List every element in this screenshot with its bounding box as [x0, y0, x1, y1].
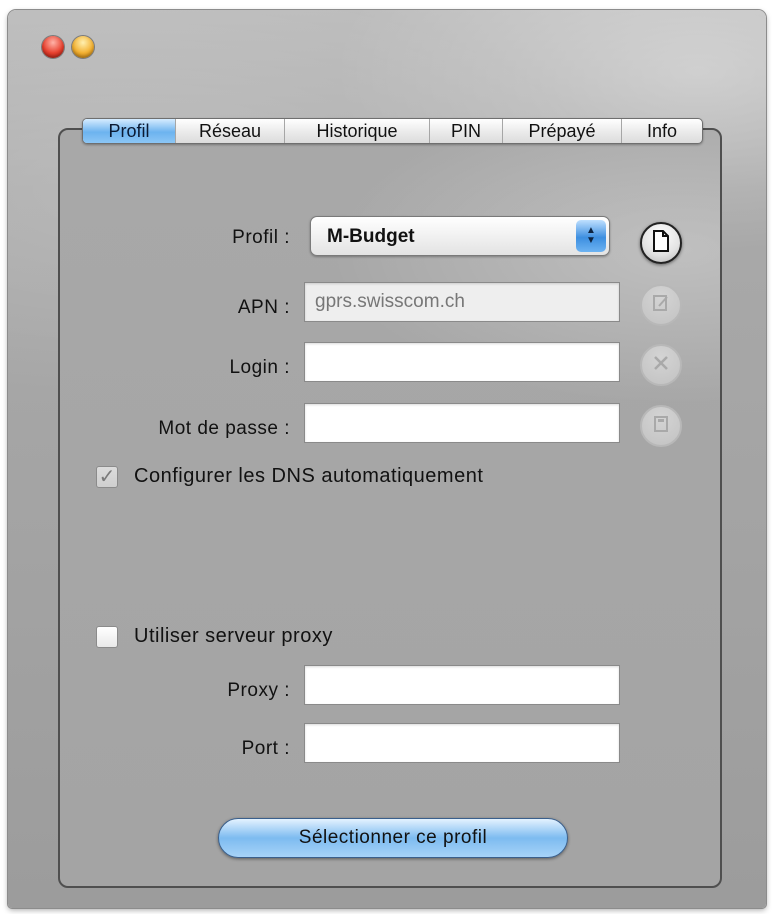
proxy-checkbox-label: Utiliser serveur proxy	[134, 625, 333, 647]
proxy-label: Proxy :	[227, 680, 290, 701]
login-field[interactable]	[304, 342, 620, 382]
minimize-button[interactable]	[72, 36, 94, 58]
select-profile-button[interactable]: Sélectionner ce profil	[218, 818, 568, 858]
edit-icon	[651, 293, 671, 318]
new-document-icon	[651, 229, 671, 257]
dns-auto-label: Configurer les DNS automatiquement	[134, 465, 484, 487]
profil-popup[interactable]: M-Budget ▲ ▼	[310, 216, 610, 256]
profil-label: Profil :	[232, 227, 290, 248]
tab-bar: Profil Réseau Historique PIN Prépayé Inf…	[82, 118, 703, 144]
tab-profil[interactable]: Profil	[83, 119, 176, 143]
tab-pin[interactable]: PIN	[430, 119, 503, 143]
password-label: Mot de passe :	[158, 418, 290, 439]
delete-icon	[652, 354, 670, 377]
window-controls	[42, 36, 94, 58]
profil-value: M-Budget	[327, 226, 415, 247]
checkmark-icon: ✓	[98, 466, 116, 488]
apn-label: APN :	[237, 297, 290, 318]
apn-field[interactable]	[304, 282, 620, 322]
password-field[interactable]	[304, 403, 620, 443]
login-label: Login :	[229, 357, 290, 378]
new-profile-button[interactable]	[640, 222, 682, 264]
edit-profile-button[interactable]	[640, 284, 682, 326]
dns-auto-checkbox[interactable]: ✓	[96, 466, 118, 488]
tab-info[interactable]: Info	[622, 119, 702, 143]
popup-arrows-icon: ▲ ▼	[576, 220, 606, 252]
delete-profile-button[interactable]	[640, 344, 682, 386]
tab-historique[interactable]: Historique	[285, 119, 430, 143]
save-profile-button[interactable]	[640, 405, 682, 447]
port-field[interactable]	[304, 723, 620, 763]
tab-prepaye[interactable]: Prépayé	[503, 119, 622, 143]
close-button[interactable]	[42, 36, 64, 58]
port-label: Port :	[241, 738, 290, 759]
proxy-checkbox[interactable]	[96, 626, 118, 648]
proxy-field[interactable]	[304, 665, 620, 705]
tab-reseau[interactable]: Réseau	[176, 119, 285, 143]
save-icon	[652, 415, 670, 438]
